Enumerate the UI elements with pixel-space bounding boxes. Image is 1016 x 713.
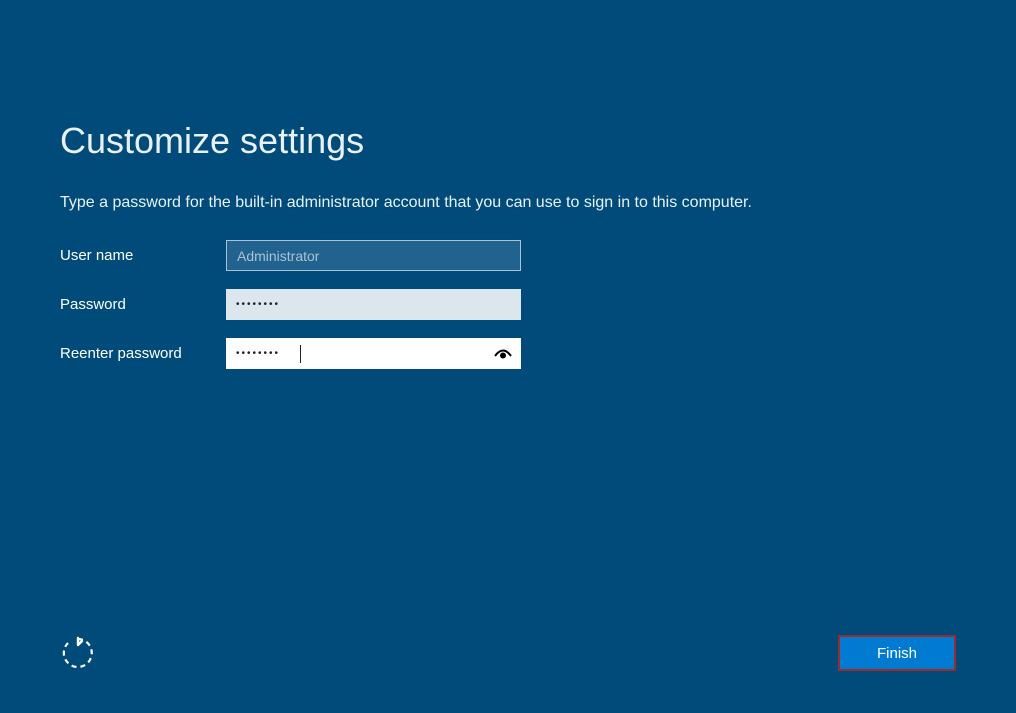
page-title: Customize settings <box>60 120 956 162</box>
finish-button[interactable]: Finish <box>838 635 956 671</box>
eye-icon <box>494 347 512 361</box>
username-field <box>226 240 521 271</box>
username-label: User name <box>60 247 226 264</box>
text-cursor <box>300 345 301 363</box>
reenter-password-field[interactable] <box>226 338 521 369</box>
password-field[interactable] <box>226 289 521 320</box>
ease-of-access-icon <box>61 636 95 670</box>
reenter-password-label: Reenter password <box>60 345 226 362</box>
instruction-text: Type a password for the built-in adminis… <box>60 194 956 212</box>
password-label: Password <box>60 296 226 313</box>
ease-of-access-button[interactable] <box>60 635 96 671</box>
reveal-password-button[interactable] <box>487 338 519 369</box>
